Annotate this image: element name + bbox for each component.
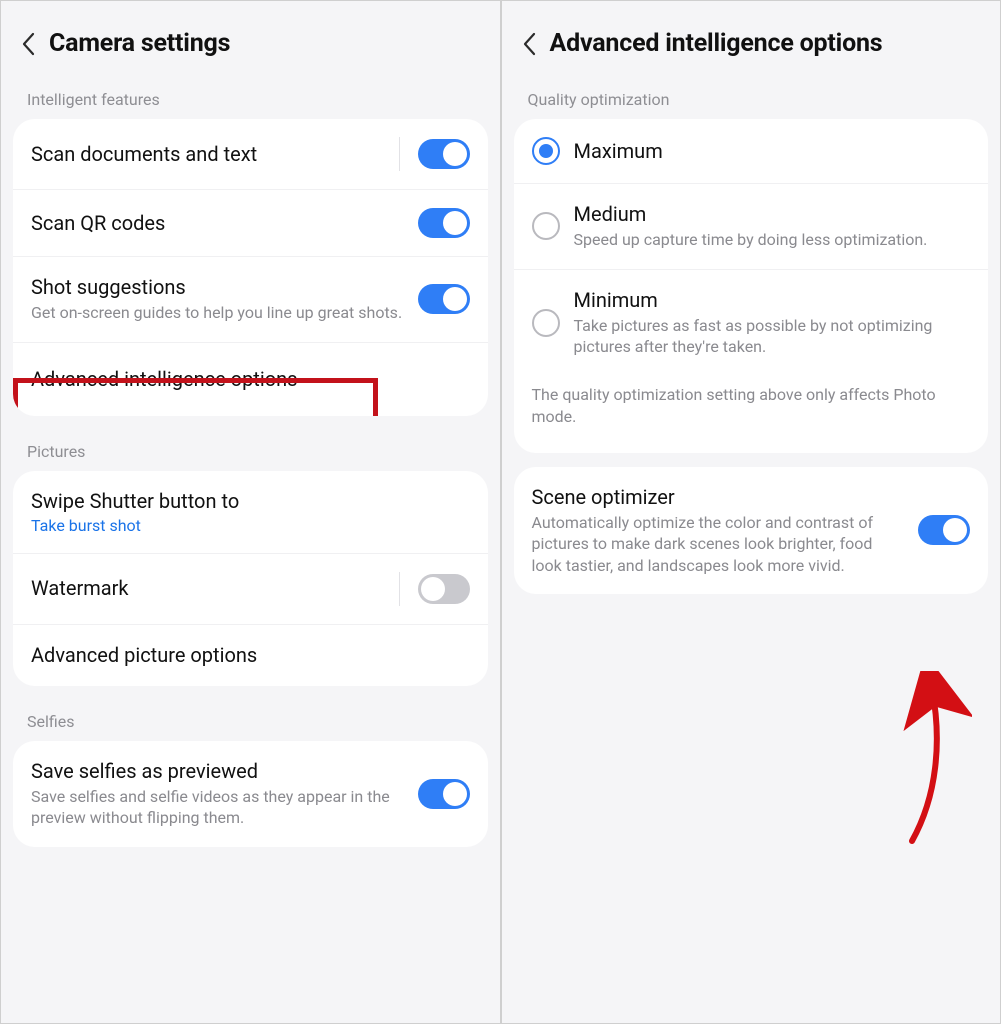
row-value: Take burst shot [31,516,470,535]
row-scene-optimizer[interactable]: Scene optimizer Automatically optimize t… [514,467,989,595]
quality-optimization-card: Maximum Medium Speed up capture time by … [514,119,989,453]
row-advanced-intelligence[interactable]: Advanced intelligence options [13,342,488,416]
page-title: Advanced intelligence options [550,29,883,58]
row-title: Advanced picture options [31,643,470,668]
camera-settings-pane: Camera settings Intelligent features Sca… [1,1,502,1023]
quality-note: The quality optimization setting above o… [514,376,989,453]
divider [399,137,400,171]
section-header-selfies: Selfies [1,700,500,741]
section-header-pictures: Pictures [1,430,500,471]
page-title: Camera settings [49,29,230,58]
pictures-card: Swipe Shutter button to Take burst shot … [13,471,488,686]
divider [399,572,400,606]
radio-row-minimum[interactable]: Minimum Take pictures as fast as possibl… [514,269,989,376]
row-title: Scene optimizer [532,485,905,510]
toggle-watermark[interactable] [418,574,470,604]
row-subtitle: Automatically optimize the color and con… [532,512,905,577]
row-subtitle: Get on-screen guides to help you line up… [31,302,404,324]
radio-row-medium[interactable]: Medium Speed up capture time by doing le… [514,183,989,269]
row-title: Scan QR codes [31,211,404,236]
back-icon[interactable] [522,31,536,57]
row-subtitle: Speed up capture time by doing less opti… [574,229,971,251]
row-title: Medium [574,202,971,227]
back-icon[interactable] [21,31,35,57]
radio-medium[interactable] [532,212,560,240]
toggle-scan-documents[interactable] [418,139,470,169]
row-advanced-picture-options[interactable]: Advanced picture options [13,624,488,686]
selfies-card: Save selfies as previewed Save selfies a… [13,741,488,847]
toggle-shot-suggestions[interactable] [418,284,470,314]
row-title: Scan documents and text [31,142,385,167]
toggle-scan-qr[interactable] [418,208,470,238]
row-subtitle: Take pictures as fast as possible by not… [574,315,971,358]
scene-optimizer-card: Scene optimizer Automatically optimize t… [514,467,989,595]
annotation-arrow-icon [882,671,972,851]
row-title: Swipe Shutter button to [31,489,470,514]
radio-maximum[interactable] [532,137,560,165]
section-header-intelligent: Intelligent features [1,78,500,119]
header: Advanced intelligence options [502,1,1001,78]
toggle-scene-optimizer[interactable] [918,515,970,545]
toggle-save-selfies-previewed[interactable] [418,779,470,809]
row-scan-documents[interactable]: Scan documents and text [13,119,488,189]
row-title: Shot suggestions [31,275,404,300]
row-title: Advanced intelligence options [31,367,470,392]
intelligent-features-card: Scan documents and text Scan QR codes Sh… [13,119,488,416]
row-title: Watermark [31,576,385,601]
row-title: Minimum [574,288,971,313]
row-subtitle: Save selfies and selfie videos as they a… [31,786,404,829]
row-watermark[interactable]: Watermark [13,553,488,624]
row-title: Maximum [574,139,971,164]
row-shot-suggestions[interactable]: Shot suggestions Get on-screen guides to… [13,256,488,342]
row-scan-qr[interactable]: Scan QR codes [13,189,488,256]
header: Camera settings [1,1,500,78]
section-header-quality: Quality optimization [502,78,1001,119]
radio-minimum[interactable] [532,309,560,337]
row-swipe-shutter[interactable]: Swipe Shutter button to Take burst shot [13,471,488,553]
radio-row-maximum[interactable]: Maximum [514,119,989,183]
row-save-selfies-previewed[interactable]: Save selfies as previewed Save selfies a… [13,741,488,847]
advanced-intelligence-pane: Advanced intelligence options Quality op… [502,1,1001,1023]
row-title: Save selfies as previewed [31,759,404,784]
